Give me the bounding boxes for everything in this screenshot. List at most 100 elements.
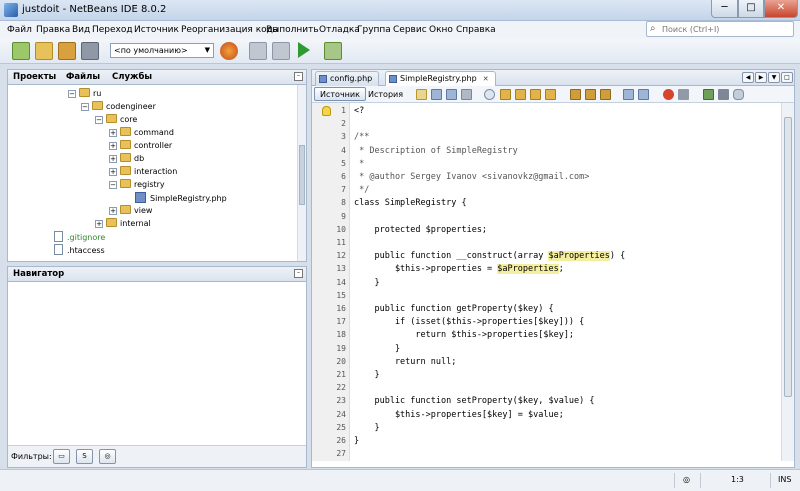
code-line[interactable]: * bbox=[354, 159, 364, 169]
code-line[interactable]: protected $properties; bbox=[354, 225, 487, 235]
search-input[interactable] bbox=[662, 23, 790, 35]
code-line[interactable]: } bbox=[354, 423, 379, 433]
build-icon[interactable] bbox=[249, 42, 267, 60]
maximize-editor-icon[interactable]: □ bbox=[781, 72, 793, 83]
code-line[interactable]: /** bbox=[354, 132, 369, 142]
uncomment-icon[interactable] bbox=[718, 89, 729, 100]
collapse-icon[interactable]: − bbox=[109, 181, 117, 189]
close-tab-icon[interactable]: ✕ bbox=[483, 75, 489, 83]
code-line[interactable]: public function getProperty($key) { bbox=[354, 304, 553, 314]
find-icon[interactable] bbox=[484, 89, 495, 100]
history-button[interactable]: История bbox=[362, 87, 409, 101]
code-line[interactable]: $this->properties = $aProperties; bbox=[354, 264, 564, 275]
previous-bookmark-icon[interactable] bbox=[570, 89, 581, 100]
tab-simpleregistry-php[interactable]: SimpleRegistry.php ✕ bbox=[385, 71, 496, 86]
tree-node-core[interactable]: − core bbox=[95, 114, 137, 127]
scroll-thumb[interactable] bbox=[299, 145, 305, 205]
menu-navigate[interactable]: Переход bbox=[92, 25, 133, 35]
menu-window[interactable]: Окно bbox=[429, 25, 453, 35]
code-line[interactable]: <? bbox=[354, 106, 364, 116]
tab-list-icon[interactable]: ▼ bbox=[768, 72, 780, 83]
comment-icon[interactable] bbox=[703, 89, 714, 100]
debug-icon[interactable] bbox=[324, 42, 342, 60]
expand-icon[interactable]: + bbox=[109, 168, 117, 176]
menu-tools[interactable]: Сервис bbox=[393, 25, 427, 35]
expand-icon[interactable]: + bbox=[109, 142, 117, 150]
menu-edit[interactable]: Правка bbox=[36, 25, 70, 35]
minimize-panel-icon[interactable]: – bbox=[294, 72, 303, 81]
source-button[interactable]: Источник bbox=[314, 87, 366, 101]
code-line[interactable]: public function __construct(array $aProp… bbox=[354, 251, 625, 262]
shift-right-icon[interactable] bbox=[638, 89, 649, 100]
hint-bulb-icon[interactable] bbox=[322, 106, 331, 116]
minimize-panel-icon[interactable]: – bbox=[294, 269, 303, 278]
tree-node-view[interactable]: + view bbox=[109, 205, 152, 218]
expand-icon[interactable]: + bbox=[109, 207, 117, 215]
expand-icon[interactable]: + bbox=[109, 129, 117, 137]
menu-team[interactable]: Группа bbox=[357, 25, 391, 35]
expand-icon[interactable]: + bbox=[95, 220, 103, 228]
browser-icon[interactable] bbox=[220, 42, 238, 60]
code-line[interactable]: } bbox=[354, 344, 400, 354]
tree-node-controller[interactable]: + controller bbox=[109, 140, 172, 153]
menu-view[interactable]: Вид bbox=[72, 25, 90, 35]
filter-fields-icon[interactable]: ▭ bbox=[53, 449, 70, 464]
code-line[interactable]: } bbox=[354, 436, 359, 446]
menu-debug[interactable]: Отладка bbox=[319, 25, 360, 35]
filter-inherited-icon[interactable]: ◎ bbox=[99, 449, 116, 464]
toggle-highlight-icon[interactable] bbox=[545, 89, 556, 100]
tab-config-php[interactable]: config.php bbox=[315, 71, 380, 86]
next-bookmark-icon[interactable] bbox=[585, 89, 596, 100]
collapse-icon[interactable]: − bbox=[81, 103, 89, 111]
code-line[interactable]: */ bbox=[354, 185, 369, 195]
config-select[interactable]: <по умолчанию> ▼ bbox=[110, 43, 214, 58]
scroll-tabs-right-icon[interactable]: ▶ bbox=[755, 72, 767, 83]
tree-node-codengineer[interactable]: − codengineer bbox=[81, 101, 156, 114]
menu-help[interactable]: Справка bbox=[456, 25, 496, 35]
record-macro-icon[interactable] bbox=[663, 89, 674, 100]
collapse-icon[interactable]: − bbox=[95, 116, 103, 124]
tree-node-gitignore[interactable]: .gitignore bbox=[54, 231, 105, 244]
scroll-tabs-left-icon[interactable]: ◀ bbox=[742, 72, 754, 83]
new-project-icon[interactable] bbox=[35, 42, 53, 60]
search-box[interactable]: ⌕ bbox=[646, 21, 794, 37]
tab-projects[interactable]: Проекты bbox=[13, 72, 56, 82]
code-line[interactable]: return $this->properties[$key]; bbox=[354, 330, 574, 340]
toggle-bookmark-icon[interactable] bbox=[600, 89, 611, 100]
menu-run[interactable]: Выполнить bbox=[266, 25, 319, 35]
filter-static-icon[interactable]: S bbox=[76, 449, 93, 464]
maximize-button[interactable]: □ bbox=[738, 0, 764, 18]
last-edit-icon[interactable] bbox=[416, 89, 427, 100]
collapse-icon[interactable]: − bbox=[68, 90, 76, 98]
tree-node-interaction[interactable]: + interaction bbox=[109, 166, 177, 179]
back-icon[interactable] bbox=[431, 89, 442, 100]
tree-node-db[interactable]: + db bbox=[109, 153, 144, 166]
expand-icon[interactable]: + bbox=[109, 155, 117, 163]
tab-navigator[interactable]: Навигатор bbox=[13, 269, 64, 279]
code-line[interactable]: class SimpleRegistry { bbox=[354, 198, 467, 208]
forward-icon[interactable] bbox=[446, 89, 457, 100]
code-line[interactable]: } bbox=[354, 278, 379, 288]
history-list-icon[interactable] bbox=[461, 89, 472, 100]
code-line[interactable]: public function setProperty($key, $value… bbox=[354, 396, 594, 406]
code-line[interactable]: if (isset($this->properties[$key])) { bbox=[354, 317, 584, 327]
find-next-icon[interactable] bbox=[515, 89, 526, 100]
find-previous-icon[interactable] bbox=[500, 89, 511, 100]
tab-files[interactable]: Файлы bbox=[66, 72, 100, 82]
notification-icon[interactable]: ◎ bbox=[683, 475, 690, 484]
tab-services[interactable]: Службы bbox=[112, 72, 152, 82]
save-all-icon[interactable] bbox=[81, 42, 99, 60]
tree-node-simpleregistry[interactable]: SimpleRegistry.php bbox=[135, 192, 227, 205]
menu-source[interactable]: Источник bbox=[134, 25, 179, 35]
tree-node-registry[interactable]: − registry bbox=[109, 179, 165, 192]
find-selection-icon[interactable] bbox=[530, 89, 541, 100]
minimize-button[interactable]: ─ bbox=[711, 0, 738, 18]
menu-file[interactable]: Файл bbox=[7, 25, 32, 35]
stop-macro-icon[interactable] bbox=[678, 89, 689, 100]
code-line[interactable]: } bbox=[354, 370, 379, 380]
project-scrollbar[interactable] bbox=[297, 85, 306, 261]
close-button[interactable]: ✕ bbox=[764, 0, 798, 18]
editor-vertical-scrollbar[interactable] bbox=[781, 103, 794, 461]
new-file-icon[interactable] bbox=[12, 42, 30, 60]
scroll-thumb[interactable] bbox=[784, 117, 792, 397]
